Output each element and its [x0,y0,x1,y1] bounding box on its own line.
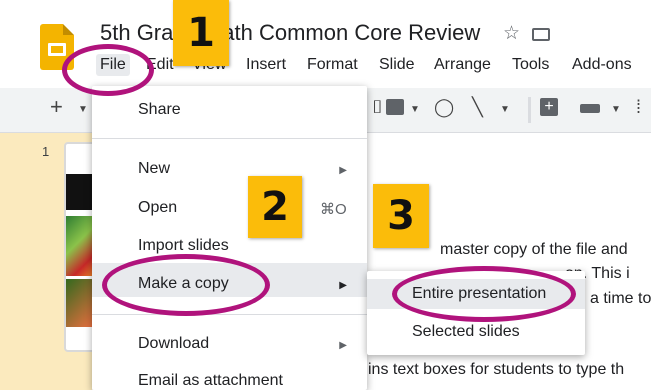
move-folder-icon[interactable] [532,28,550,41]
callout-badge-3: 3 [373,184,429,248]
menu-item-email-as-attachment[interactable]: Email as attachment [138,372,283,390]
menu-separator [92,138,367,139]
menu-item-new[interactable]: New [138,160,170,178]
slide-number: 1 [42,144,50,159]
shape-icon[interactable]: ◯ [434,97,454,118]
input-tools-icon[interactable] [580,104,600,113]
menu-slide[interactable]: Slide [379,56,415,74]
menu-format[interactable]: Format [307,56,358,74]
star-icon[interactable]: ☆ [503,22,520,45]
callout-badge-1: 1 [173,0,229,66]
submenu-arrow-icon: ▶ [339,280,347,291]
menu-tools[interactable]: Tools [512,56,549,74]
image-dropdown-icon[interactable]: ▼ [410,104,420,115]
line-icon[interactable]: ╲ [472,97,483,118]
input-tools-dropdown-icon[interactable]: ▼ [611,104,621,115]
submenu-arrow-icon: ▶ [339,340,347,351]
more-tools-icon[interactable]: ⁞ [636,97,641,118]
highlight-oval-make-a-copy [102,254,270,316]
chevron-down-icon[interactable]: ▼ [78,104,88,115]
menu-item-download[interactable]: Download [138,335,209,353]
new-slide-plus-icon[interactable]: + [50,94,63,120]
slide-text-line: ins text boxes for students to type th [368,361,625,378]
callout-badge-2: 2 [248,176,302,238]
menu-arrange[interactable]: Arrange [434,56,491,74]
line-dropdown-icon[interactable]: ▼ [500,104,510,115]
slide-text-line: a time to [590,290,651,307]
add-comment-icon[interactable]: + [540,98,558,116]
menu-insert[interactable]: Insert [246,56,286,74]
menu-item-selected-slides[interactable]: Selected slides [412,323,520,341]
menu-item-share[interactable]: Share [138,101,181,119]
highlight-oval-entire-presentation [392,266,576,322]
document-title[interactable]: 5th Grade Math Common Core Review [100,20,480,46]
file-menu-dropdown: Share New ▶ Open ⌘O Import slides Make a… [92,86,367,390]
menu-item-import-slides[interactable]: Import slides [138,237,229,255]
text-box-icon[interactable]: ⌷ [372,97,383,118]
slide-text-line: master copy of the file and [440,241,628,258]
open-shortcut: ⌘O [320,201,347,218]
menu-add-ons[interactable]: Add-ons [572,56,632,74]
menu-separator [92,314,367,315]
image-icon[interactable] [386,99,404,115]
highlight-oval-file [62,44,154,96]
submenu-arrow-icon: ▶ [339,165,347,176]
toolbar-divider [528,97,531,123]
menu-item-open[interactable]: Open [138,199,177,217]
